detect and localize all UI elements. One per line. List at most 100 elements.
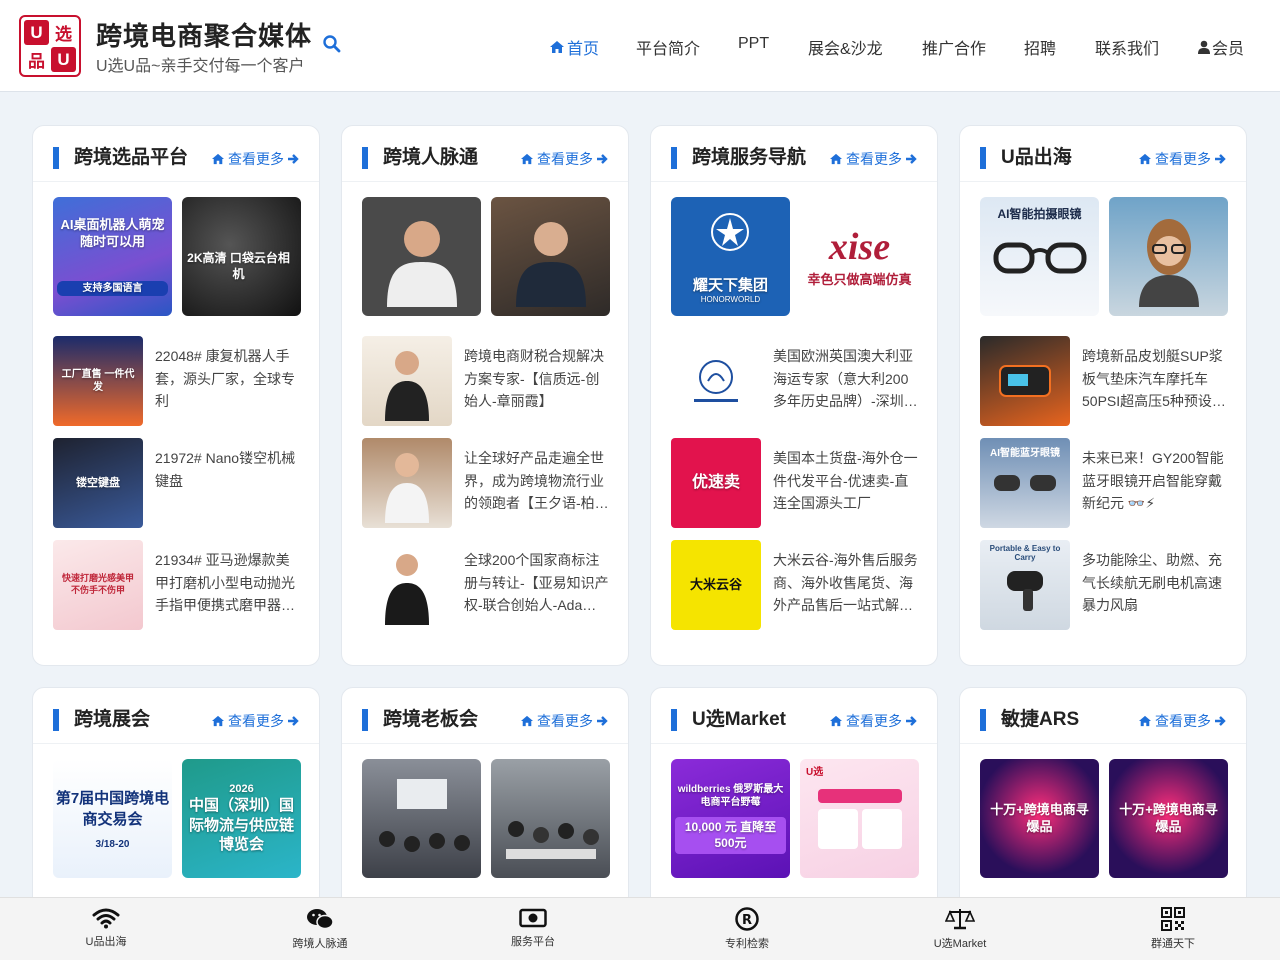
nav-jobs[interactable]: 招聘 — [1024, 35, 1056, 59]
list-item[interactable]: 优速卖 美国本土货盘-海外仓一件代发平台-优速卖-直连全国源头工厂 — [671, 438, 919, 528]
bottom-tab-patent-search[interactable]: R 专利检索 — [692, 907, 802, 952]
card-title[interactable]: 跨境老板会 — [383, 708, 478, 732]
list-item[interactable]: 跨境电商财税合规解决方案专家-【信质远-创始人-章丽霞】 — [362, 336, 610, 426]
home-icon — [830, 715, 842, 727]
scale-icon — [945, 909, 975, 930]
card-title[interactable]: 跨境人脉通 — [383, 146, 478, 170]
title-accent-bar — [980, 709, 986, 731]
featured-thumb[interactable]: xise 幸色只做高端仿真 — [800, 197, 919, 316]
card-title[interactable]: U品出海 — [1001, 146, 1072, 170]
list-item-title: 美国欧洲英国澳大利亚海运专家（意大利200多年历史品牌）-深圳… — [773, 348, 918, 409]
arrow-right-icon — [597, 154, 608, 164]
card-network: 跨境人脉通 查看更多 跨境电商财税合规解决方案专家-【信质远-创始人-章丽霞】 … — [341, 125, 629, 666]
list-item-title: 21972# Nano镂空机械键盘 — [155, 450, 296, 489]
nav-about[interactable]: 平台简介 — [636, 35, 700, 59]
list-item[interactable]: 工厂直售 一件代发 22048# 康复机器人手套，源头厂家，全球专利 — [53, 336, 301, 426]
arrow-right-icon — [288, 154, 299, 164]
home-icon — [521, 153, 533, 165]
arrow-right-icon — [1215, 154, 1226, 164]
user-icon — [1198, 40, 1210, 54]
featured-thumb[interactable]: 2K高清 口袋云台相机 — [182, 197, 301, 316]
view-more-link[interactable]: 查看更多 — [1138, 711, 1226, 731]
list-item[interactable]: 跨境新品皮划艇SUP浆板气垫床汽车摩托车50PSI超高压5种预设… — [980, 336, 1228, 426]
list-item-title: 多功能除尘、助燃、充气长续航无刷电机高速暴力风扇 — [1082, 552, 1222, 613]
site-logo[interactable]: U 选 品 U — [19, 15, 81, 77]
featured-thumb[interactable] — [362, 197, 481, 316]
home-icon — [212, 715, 224, 727]
list-item[interactable]: 让全球好产品走遍全世界，成为跨境物流行业的领跑者【王夕语-柏… — [362, 438, 610, 528]
title-accent-bar — [980, 147, 986, 169]
wifi-icon — [92, 908, 120, 929]
featured-thumb[interactable]: 十万+跨境电商寻爆品 — [1109, 759, 1228, 878]
featured-thumb[interactable]: U选 — [800, 759, 919, 878]
home-icon — [212, 153, 224, 165]
arrow-right-icon — [906, 154, 917, 164]
view-more-link[interactable]: 查看更多 — [211, 149, 299, 169]
featured-thumb[interactable]: 2026 中国（深圳）国际物流与供应链博览会 — [182, 759, 301, 878]
featured-thumb[interactable]: AI智能拍摄眼镜 — [980, 197, 1099, 316]
list-item[interactable]: AI智能蓝牙眼镜 未来已来！GY200智能蓝牙眼镜开启智能穿戴新纪元 👓⚡ — [980, 438, 1228, 528]
view-more-link[interactable]: 查看更多 — [829, 149, 917, 169]
home-icon — [1139, 715, 1151, 727]
card-title[interactable]: 敏捷ARS — [1001, 708, 1079, 732]
nav-promotion[interactable]: 推广合作 — [922, 35, 986, 59]
featured-thumb[interactable]: 耀天下集团 HONORWORLD — [671, 197, 790, 316]
glasses-icon — [994, 475, 1056, 491]
nav-member[interactable]: 会员 — [1198, 35, 1244, 59]
arrow-right-icon — [1215, 716, 1226, 726]
card-title[interactable]: U选Market — [692, 708, 786, 732]
nav-home[interactable]: 首页 — [549, 35, 599, 59]
featured-thumb[interactable]: 第7届中国跨境电商交易会 3/18-20 — [53, 759, 172, 878]
view-more-link[interactable]: 查看更多 — [520, 149, 608, 169]
title-accent-bar — [362, 147, 368, 169]
bottom-tab-bar: U品出海 跨境人脉通 服务平台 R 专利检索 U选Market 群通天下 — [0, 897, 1280, 960]
site-title[interactable]: 跨境电商聚合媒体 — [96, 16, 312, 53]
logo-char: 品 — [24, 47, 49, 72]
wechat-icon — [307, 909, 334, 930]
view-more-link[interactable]: 查看更多 — [520, 711, 608, 731]
glasses-icon — [993, 242, 1086, 273]
list-item[interactable]: 大米云谷 大米云谷-海外售后服务商、海外收售尾货、海外产品售后一站式解… — [671, 540, 919, 630]
list-item[interactable]: 全球200个国家商标注册与转让-【亚易知识产权-联合创始人-Ada… — [362, 540, 610, 630]
home-icon — [550, 41, 564, 53]
featured-thumb[interactable] — [1109, 197, 1228, 316]
featured-thumb[interactable]: AI桌面机器人萌宠 随时可以用 支持多国语言 — [53, 197, 172, 316]
view-more-link[interactable]: 查看更多 — [829, 711, 917, 731]
nav-contact[interactable]: 联系我们 — [1095, 35, 1159, 59]
home-icon — [1139, 153, 1151, 165]
card-u-products: U品出海 查看更多 AI智能拍摄眼镜 跨境新品皮划艇SUP浆板气垫床汽车摩托车5… — [959, 125, 1247, 666]
list-item-title: 跨境新品皮划艇SUP浆板气垫床汽车摩托车50PSI超高压5种预设… — [1082, 348, 1226, 409]
logo-char: 选 — [51, 20, 76, 45]
bottom-tab-services[interactable]: 服务平台 — [478, 907, 588, 950]
bottom-tab-u-products[interactable]: U品出海 — [51, 907, 161, 950]
card-title[interactable]: 跨境服务导航 — [692, 146, 806, 170]
nav-ppt[interactable]: PPT — [738, 35, 769, 53]
home-icon — [830, 153, 842, 165]
featured-thumb[interactable]: 十万+跨境电商寻爆品 — [980, 759, 1099, 878]
card-service-nav: 跨境服务导航 查看更多 耀天下集团 HONORWORLD xise 幸色只做高端仿真… — [650, 125, 938, 666]
search-icon — [323, 35, 341, 53]
search-button[interactable] — [322, 34, 344, 56]
featured-thumb[interactable]: wildberries 俄罗斯最大电商平台野莓 10,000 元 直降至500元 — [671, 759, 790, 878]
bottom-tab-u-market[interactable]: U选Market — [905, 907, 1015, 952]
card-title[interactable]: 跨境展会 — [74, 708, 150, 732]
list-item[interactable]: 美国欧洲英国澳大利亚海运专家（意大利200多年历史品牌）-深圳… — [671, 336, 919, 426]
featured-thumb[interactable] — [491, 197, 610, 316]
nav-exhibition[interactable]: 展会&沙龙 — [808, 35, 883, 59]
bottom-tab-groups[interactable]: 群通天下 — [1118, 907, 1228, 952]
blower-icon — [1007, 571, 1043, 611]
featured-thumb[interactable] — [362, 759, 481, 878]
featured-thumb[interactable] — [491, 759, 610, 878]
card-title[interactable]: 跨境选品平台 — [74, 146, 188, 170]
list-item-title: 大米云谷-海外售后服务商、海外收售尾货、海外产品售后一站式解… — [773, 552, 918, 613]
view-more-link[interactable]: 查看更多 — [1138, 149, 1226, 169]
list-item[interactable]: 镂空键盘 21972# Nano镂空机械键盘 — [53, 438, 301, 528]
bottom-tab-network[interactable]: 跨境人脉通 — [265, 907, 375, 952]
emblem-icon — [711, 213, 749, 251]
list-item[interactable]: 快速打磨光感美甲 不伤手不伤甲 21934# 亚马逊爆款美甲打磨机小型电动抛光手… — [53, 540, 301, 630]
title-accent-bar — [362, 709, 368, 731]
view-more-link[interactable]: 查看更多 — [211, 711, 299, 731]
site-subtitle: U选U品~亲手交付每一个客户 — [96, 58, 305, 75]
list-item[interactable]: Portable & Easy to Carry 多功能除尘、助燃、充气长续航无… — [980, 540, 1228, 630]
arrow-right-icon — [288, 716, 299, 726]
